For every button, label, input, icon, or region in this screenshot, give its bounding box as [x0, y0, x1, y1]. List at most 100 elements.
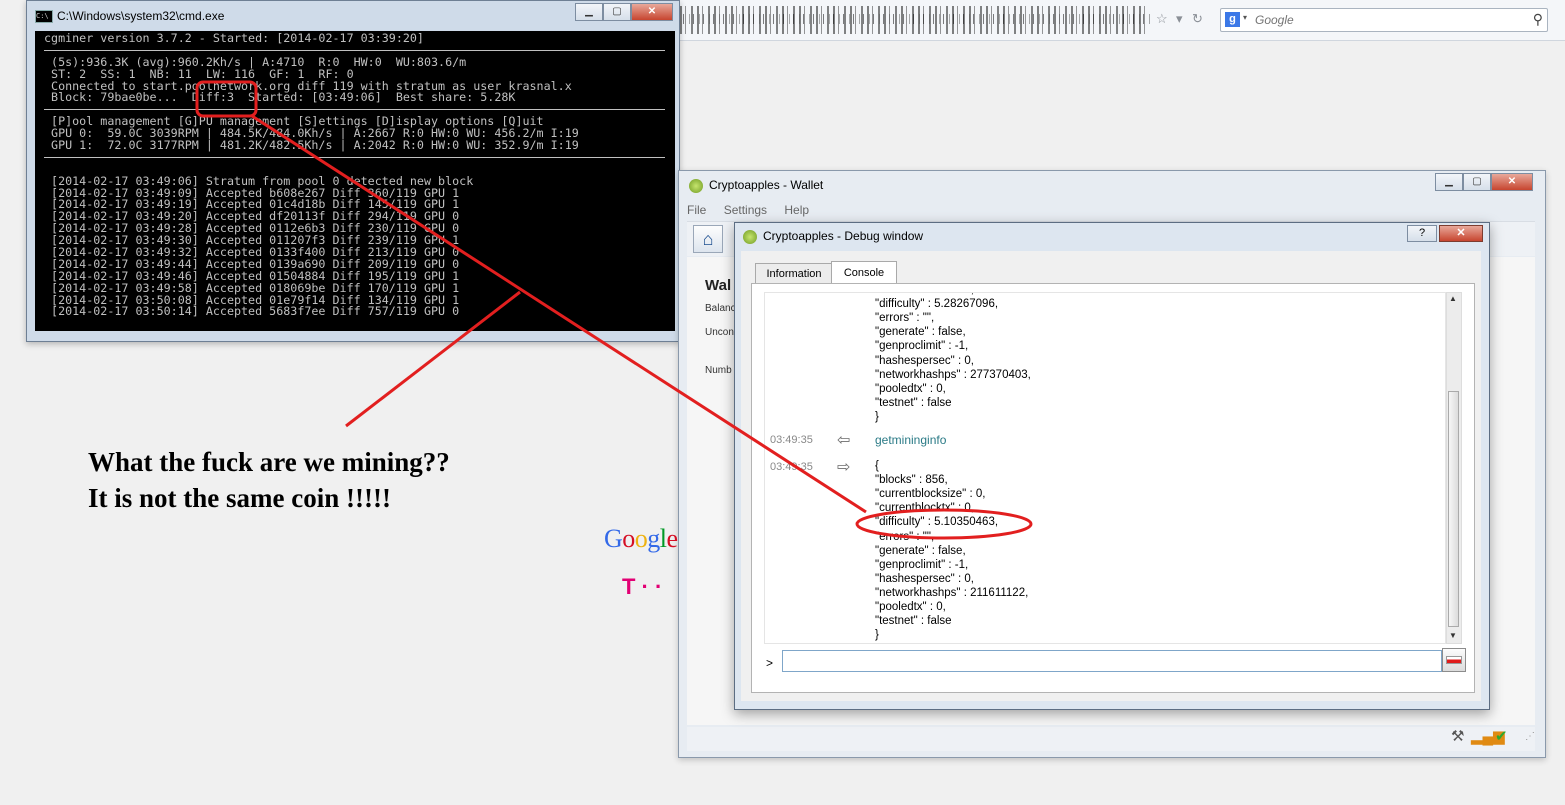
help-button[interactable]: ? [1407, 225, 1437, 242]
console-scrollbar[interactable]: ▲ ▼ [1446, 292, 1462, 644]
console-command: getmininginfo [875, 433, 947, 447]
star-icon[interactable]: ☆ [1156, 11, 1168, 27]
wallet-title: Cryptoapples - Wallet [709, 178, 824, 192]
wallet-heading: Wal [705, 277, 732, 294]
wallet-statusbar [687, 727, 1535, 751]
annotation-text: What the fuck are we mining?? It is not … [88, 444, 450, 516]
address-bar-text [680, 14, 1150, 24]
cgminer-console: cgminer version 3.7.2 - Started: [2014-0… [35, 31, 675, 331]
google-logo-letter: o [634, 524, 648, 553]
console-output-line: "testnet" : false [875, 615, 952, 628]
apple-icon [743, 230, 757, 244]
annotation-line-1: What the fuck are we mining?? [88, 447, 450, 477]
balance-label: Balanc [705, 303, 736, 314]
console-output-line: "pooledtx" : 0, [875, 601, 946, 613]
console-output-line: "genproclimit" : -1, [875, 558, 969, 571]
console-output-line: "generate" : false, [875, 544, 966, 557]
google-logo: Google [604, 524, 678, 554]
console-output-line: "testnet" : false [875, 396, 952, 409]
console-output-line: "hashespersec" : 0, [875, 354, 974, 367]
cmd-icon: C:\ [35, 10, 53, 23]
console-line: GPU 1: 72.0C 3177RPM | 481.2K/482.5Kh/s … [44, 138, 579, 153]
cmd-title: C:\Windows\system32\cmd.exe [57, 9, 225, 23]
console-output: "currentblocktx" : 0, "difficulty" : 5.28… [764, 292, 1446, 644]
menu-file[interactable]: File [687, 203, 706, 217]
scroll-down-icon[interactable]: ▼ [1449, 631, 1457, 640]
scroll-thumb[interactable] [1448, 391, 1459, 627]
console-output-line: { [875, 460, 879, 472]
tab-console[interactable]: Console [831, 261, 897, 284]
console-output-line: "errors" : "", [875, 312, 935, 325]
response-out-icon: ⇨ [837, 459, 851, 476]
maximize-button[interactable]: ▢ [603, 3, 631, 21]
command-in-icon: ⇦ [837, 432, 851, 449]
debug-title: Cryptoapples - Debug window [763, 229, 924, 243]
search-icon[interactable]: ⚲ [1533, 11, 1543, 28]
console-output-line: "errors" : "", [875, 530, 935, 543]
mining-icon: ⚒ [1451, 728, 1465, 745]
console-output-line: "generate" : false, [875, 326, 966, 339]
synced-check-icon: ✔ [1495, 728, 1508, 745]
menu-settings[interactable]: Settings [724, 203, 767, 217]
console-line: cgminer version 3.7.2 - Started: [2014-0… [44, 31, 424, 45]
console-line: Block: 79bae0be... Diff:3 Started: [03:4… [44, 90, 516, 105]
menu-help[interactable]: Help [784, 203, 809, 217]
console-output-line: "networkhashps" : 277370403, [875, 368, 1031, 381]
wallet-minimize-button[interactable]: ▁ [1435, 173, 1463, 191]
debug-window: Cryptoapples - Debug window ? ✕ Informat… [734, 222, 1490, 710]
console-line: [2014-02-17 03:50:14] Accepted 5683f7ee … [44, 304, 460, 319]
console-output-line: "pooledtx" : 0, [875, 382, 946, 395]
console-output-line: "hashespersec" : 0, [875, 572, 974, 585]
cmd-window: C:\ C:\Windows\system32\cmd.exe ▁ ▢ ✕ cg… [26, 0, 680, 342]
dropdown-icon[interactable]: ▾ [1176, 11, 1183, 27]
engine-dropdown-icon[interactable]: ▾ [1243, 13, 1247, 22]
console-output-line: "difficulty" : 5.28267096, [875, 298, 999, 311]
close-button[interactable]: ✕ [631, 3, 673, 21]
command-timestamp: 03:49:35 [770, 434, 813, 446]
google-logo-letter: g [647, 524, 660, 553]
debug-content: Information Console "currentblocktx" : 0… [741, 251, 1481, 701]
response-timestamp: 03:49:35 [770, 461, 813, 473]
console-separator [44, 104, 675, 116]
home-icon[interactable]: ⌂ [693, 225, 723, 253]
debug-close-button[interactable]: ✕ [1439, 225, 1483, 242]
google-logo-letter: o [622, 524, 635, 553]
console-output-line: "blocks" : 856, [875, 474, 948, 487]
tmobile-logo: T · · [622, 574, 663, 599]
console-output-line: "currentblocktx" : 0, [875, 502, 974, 515]
annotation-line-2: It is not the same coin !!!!! [88, 483, 391, 513]
wallet-menubar: File Settings Help [687, 203, 1535, 219]
console-separator [44, 45, 675, 57]
console-prompt: > [766, 656, 774, 670]
tab-information[interactable]: Information [755, 263, 833, 284]
console-input[interactable] [782, 650, 1442, 672]
google-logo-letter: l [659, 524, 667, 553]
console-output-line: "currentblocksize" : 0, [875, 488, 986, 501]
resize-grip-icon[interactable]: ⋰ [1525, 731, 1535, 742]
wallet-maximize-button[interactable]: ▢ [1463, 173, 1491, 191]
number-label: Numb [705, 365, 732, 376]
console-output-line: "difficulty" : 5.10350463, [875, 516, 999, 529]
console-output-line: "networkhashps" : 211611122, [875, 586, 1029, 599]
cmd-titlebar[interactable]: C:\ C:\Windows\system32\cmd.exe ▁ ▢ ✕ [27, 1, 679, 29]
browser-toolbar: ☆ ▾ ↻ g ▾ ⚲ [680, 0, 1565, 41]
apple-icon [689, 179, 703, 193]
google-engine-icon[interactable]: g [1225, 12, 1240, 27]
minimize-button[interactable]: ▁ [575, 3, 603, 21]
google-logo-letter: e [666, 524, 679, 553]
reload-icon[interactable]: ↻ [1192, 11, 1203, 27]
clear-console-button[interactable] [1442, 648, 1466, 672]
console-output-line: "genproclimit" : -1, [875, 340, 969, 353]
unconfirmed-label: Uncon [705, 327, 734, 338]
search-input[interactable] [1253, 11, 1527, 29]
wallet-close-button[interactable]: ✕ [1491, 173, 1533, 191]
console-separator [44, 152, 675, 164]
eraser-icon [1446, 656, 1462, 664]
console-output-line: "currentblocktx" : 0, [875, 293, 974, 296]
google-logo-letter: G [604, 524, 623, 553]
console-panel: "currentblocktx" : 0, "difficulty" : 5.28… [751, 283, 1475, 693]
console-output-line: } [875, 410, 879, 423]
scroll-up-icon[interactable]: ▲ [1449, 294, 1457, 303]
search-box[interactable]: g ▾ ⚲ [1220, 8, 1548, 32]
console-output-line: } [875, 629, 879, 642]
